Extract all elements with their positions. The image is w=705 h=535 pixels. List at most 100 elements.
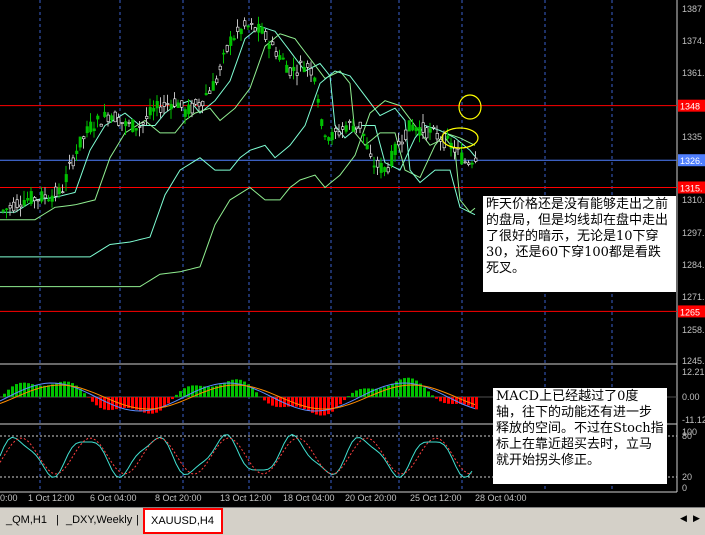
- candle-body: [335, 128, 338, 131]
- macd-bar: [243, 382, 246, 397]
- macd-bar: [451, 397, 454, 404]
- y-tick-label: 1258.: [682, 325, 705, 335]
- candle-body: [23, 200, 26, 205]
- candle-body: [356, 127, 359, 129]
- candle-body: [324, 136, 327, 137]
- candle-body: [191, 103, 194, 113]
- candle-body: [13, 202, 16, 211]
- macd-bar: [347, 396, 350, 397]
- candle-body: [387, 168, 390, 172]
- candle-body: [436, 133, 439, 139]
- macd-bar: [91, 397, 94, 402]
- macd-bar: [255, 392, 258, 397]
- candle-body: [163, 102, 166, 106]
- macd-bar: [411, 379, 414, 397]
- x-tick-label: 0:00: [0, 493, 18, 503]
- stoch-d-line: [0, 438, 472, 474]
- y-tick-label: 1310.: [682, 195, 705, 205]
- candle-body: [128, 122, 131, 123]
- note-main: 昨天价格还是没有能够走出之前的盘局，但是均线却在盘中走出了很好的暗示，无论是10…: [483, 196, 676, 292]
- chart-tab-bar: _QM,H1 | _DXY,Weekly | XAUUSD,H4 ◀ ▶: [0, 507, 705, 535]
- macd-bar: [47, 385, 50, 397]
- candle-body: [104, 112, 107, 116]
- y-tick-label: 1374.: [682, 36, 705, 46]
- candle-body: [293, 67, 296, 71]
- candle-body: [429, 129, 432, 133]
- tab-qm-h1[interactable]: _QM,H1: [6, 510, 47, 530]
- macd-bar: [155, 397, 158, 413]
- macd-bar: [415, 381, 418, 397]
- candle-body: [359, 122, 362, 128]
- level-label: 1265: [680, 307, 700, 317]
- scroll-right-icon[interactable]: ▶: [693, 514, 703, 524]
- stoch-tick-label: 20: [682, 472, 692, 482]
- macd-bar: [175, 395, 178, 397]
- candle-body: [461, 153, 464, 164]
- candle-body: [345, 126, 348, 132]
- y-tick-label: 1361.: [682, 68, 705, 78]
- candle-body: [2, 210, 5, 211]
- moving-averages: [0, 26, 475, 286]
- candle-body: [433, 127, 436, 128]
- candle-body: [55, 187, 58, 196]
- macd-bar: [383, 387, 386, 397]
- macd-bar: [167, 397, 170, 403]
- macd-bar: [263, 397, 266, 400]
- macd-bar: [239, 380, 242, 397]
- candle-body: [20, 205, 23, 207]
- candle-body: [384, 167, 387, 171]
- scroll-left-icon[interactable]: ◀: [680, 514, 690, 524]
- candle-body: [72, 158, 75, 166]
- ma-30-line: [0, 34, 475, 220]
- candle-body: [30, 191, 33, 203]
- x-tick-label: 25 Oct 12:00: [410, 493, 462, 503]
- candle-body: [233, 38, 236, 39]
- candle-body: [366, 145, 369, 149]
- macd-bar: [111, 397, 114, 410]
- tab-dxy-weekly[interactable]: _DXY,Weekly: [66, 510, 132, 530]
- candle-body: [338, 132, 341, 135]
- macd-bar: [399, 379, 402, 397]
- macd-bar: [3, 394, 6, 397]
- stoch-tick-label: 0: [682, 483, 687, 493]
- candle-body: [286, 65, 289, 72]
- candle-body: [300, 61, 303, 62]
- candle-body: [223, 53, 226, 54]
- candle-body: [342, 127, 345, 130]
- candle-body: [398, 141, 401, 145]
- candle-body: [219, 66, 222, 70]
- stoch-panel: [0, 434, 472, 477]
- candle-body: [412, 125, 415, 130]
- macd-bar: [51, 384, 54, 397]
- candle-body: [83, 137, 86, 139]
- macd-bar: [327, 397, 330, 414]
- candle-body: [86, 127, 89, 133]
- macd-bar: [303, 397, 306, 409]
- candle-body: [377, 160, 380, 167]
- level-label: 1348: [680, 102, 700, 112]
- x-axis: 0:001 Oct 12:006 Oct 04:008 Oct 20:0013 …: [0, 493, 527, 503]
- candle-body: [317, 99, 320, 102]
- macd-bar: [323, 397, 326, 415]
- x-tick-label: 18 Oct 04:00: [283, 493, 335, 503]
- macd-bar: [435, 397, 438, 399]
- macd-bar: [211, 387, 214, 397]
- macd-bar: [423, 387, 426, 397]
- candle-body: [139, 126, 142, 127]
- macd-bar: [87, 397, 90, 398]
- macd-bar: [207, 387, 210, 397]
- candle-body: [422, 123, 425, 133]
- macd-tick-label: 12.21: [682, 367, 705, 377]
- candle-body: [97, 116, 100, 119]
- y-tick-label: 1245.: [682, 356, 705, 366]
- candle-body: [447, 136, 450, 138]
- candle-body: [454, 148, 457, 152]
- tab-xauusd-h4[interactable]: XAUUSD,H4: [143, 508, 223, 534]
- candle-body: [48, 200, 51, 201]
- macd-bar: [331, 397, 334, 412]
- candle-body: [310, 68, 313, 75]
- candle-body: [51, 196, 54, 201]
- y-tick-label: 1387: [682, 4, 702, 14]
- candle-body: [226, 45, 229, 51]
- candle-body: [265, 31, 268, 39]
